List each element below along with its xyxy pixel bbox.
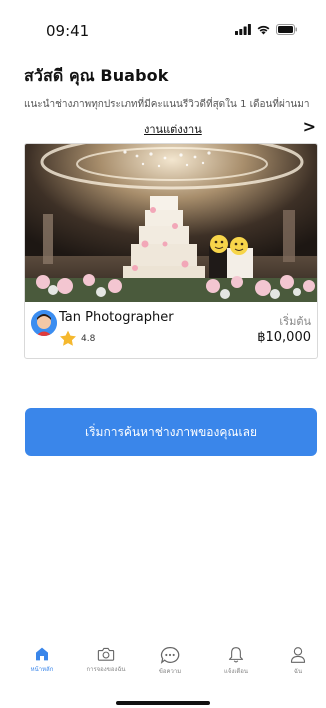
wifi-icon	[257, 25, 270, 35]
bell-icon	[228, 647, 244, 663]
tab-messages[interactable]: ข้อความ	[140, 646, 200, 676]
status-bar: 09:41	[0, 0, 326, 50]
tab-profile-label: ฉัน	[293, 668, 303, 675]
photographer-name: Tan Photographer	[59, 310, 174, 325]
battery-icon	[276, 24, 297, 35]
category-row: งานแต่งงาน >	[24, 117, 320, 140]
status-icons	[235, 24, 298, 35]
rating-value: 4.8	[81, 334, 96, 344]
bottom-tab-bar: หน้าหลัก การจองของฉัน ข้อความ แจ้งเตือน …	[0, 646, 326, 686]
card-info: Tan Photographer 4.8 เริ่มต้น ฿10,000	[25, 302, 317, 358]
home-icon	[36, 647, 48, 661]
chat-icon	[160, 647, 180, 664]
price-value: ฿10,000	[257, 330, 311, 345]
wedding-photo	[25, 144, 317, 302]
next-category-icon[interactable]: >	[303, 117, 316, 136]
tab-notifications[interactable]: แจ้งเตือน	[206, 646, 266, 676]
category-link-wedding[interactable]: งานแต่งงาน	[144, 120, 202, 138]
tab-profile[interactable]: ฉัน	[268, 646, 326, 676]
start-search-button[interactable]: เริ่มการค้นหาช่างภาพของคุณเลย	[25, 408, 317, 456]
tab-home-label: หน้าหลัก	[30, 666, 54, 673]
avatar	[31, 310, 57, 336]
signal-icon	[235, 24, 251, 35]
tab-home[interactable]: หน้าหลัก	[12, 646, 72, 674]
tab-messages-label: ข้อความ	[158, 668, 182, 675]
tab-my-bookings[interactable]: การจองของฉัน	[76, 646, 136, 674]
status-time: 09:41	[46, 22, 90, 40]
greeting-title: สวัสดี คุณ Buabok	[24, 66, 169, 85]
avatar-illustration-icon	[31, 310, 57, 336]
recommendation-subtitle: แนะนำช่างภาพทุกประเภทที่มีคะแนนรีวิวดีที…	[24, 99, 310, 110]
star-icon	[60, 330, 76, 346]
tab-notifications-label: แจ้งเตือน	[224, 668, 248, 675]
tab-my-bookings-label: การจองของฉัน	[86, 666, 126, 673]
camera-icon	[97, 647, 115, 661]
profile-icon	[290, 647, 306, 663]
photographer-card[interactable]: Tan Photographer 4.8 เริ่มต้น ฿10,000	[24, 143, 318, 359]
home-indicator	[116, 701, 210, 705]
price-label: เริ่มต้น	[279, 315, 311, 328]
